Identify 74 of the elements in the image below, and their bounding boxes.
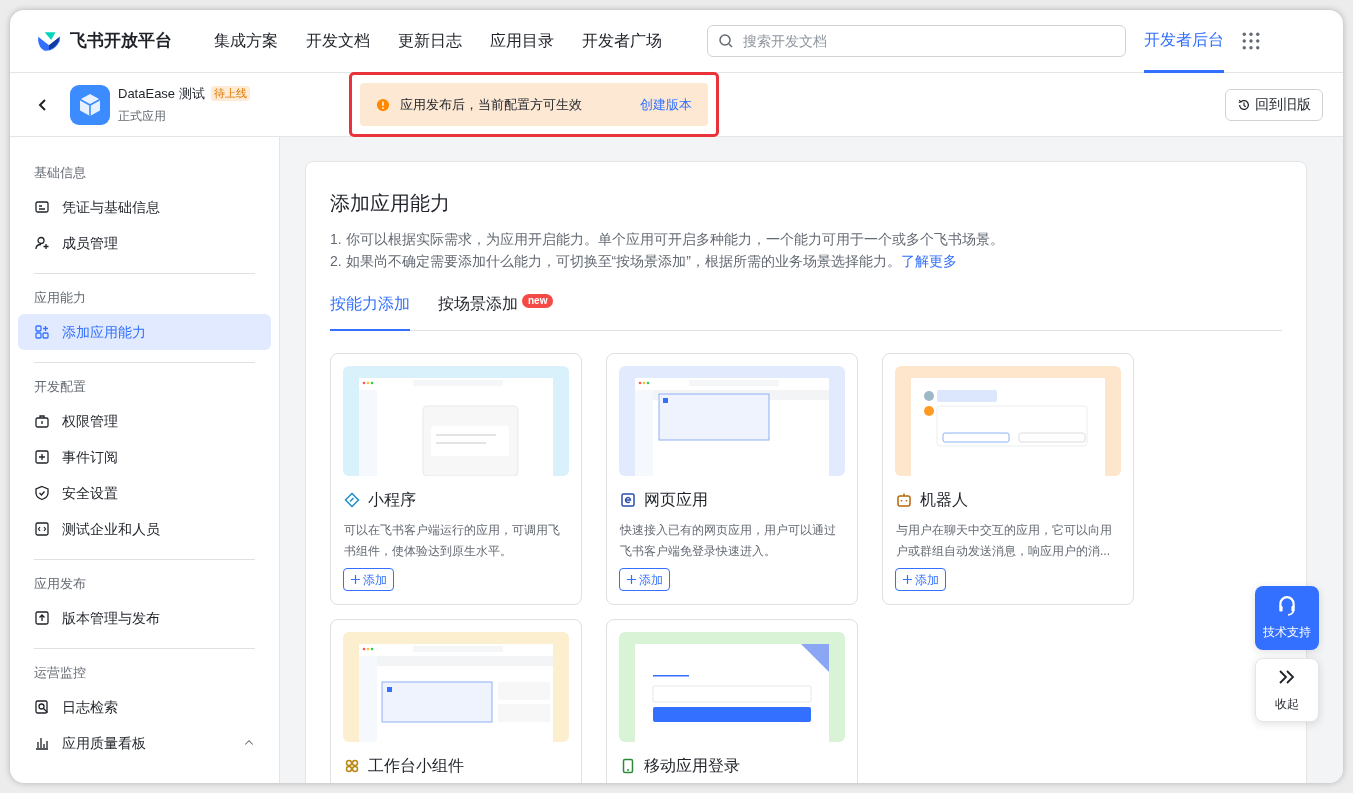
card-description: 快速接入已有的网页应用，用户可以通过飞书客户端免登录快速进入。 — [619, 522, 837, 560]
add-button[interactable]: 添加 — [895, 568, 946, 591]
nav-link[interactable]: 应用目录 — [490, 29, 554, 53]
grid-add-icon — [34, 324, 50, 340]
sidebar-item[interactable]: 日志检索 — [18, 689, 271, 725]
card-title: 工作台小组件 — [368, 756, 464, 776]
phone-icon — [620, 758, 636, 774]
code-icon — [34, 521, 50, 537]
create-version-link[interactable]: 创建版本 — [639, 94, 692, 115]
plus-icon — [902, 574, 913, 585]
note-text: 2. 如果尚不确定需要添加什么能力，可切换至“按场景添加”，根据所需的业务场景选择能力。了解更多 — [330, 252, 958, 271]
plus-square-icon — [34, 449, 50, 465]
shield-icon — [34, 485, 50, 501]
new-badge: new — [522, 294, 554, 308]
brand-name: 飞书开放平台 — [70, 30, 172, 53]
apps-grid-icon[interactable] — [1242, 32, 1260, 50]
nav-link[interactable]: 集成方案 — [214, 29, 278, 53]
section-title: 开发配置 — [33, 378, 87, 397]
panel-title: 添加应用能力 — [330, 191, 451, 216]
section-title: 基础信息 — [33, 164, 87, 183]
tab-label[interactable]: 按场景添加 — [438, 292, 518, 316]
sidebar-item[interactable]: 成员管理 — [18, 225, 271, 261]
app-icon — [70, 84, 110, 125]
status-badge: 待上线 — [210, 86, 250, 101]
nav-link[interactable]: 开发文档 — [306, 29, 370, 53]
add-button[interactable]: 添加 — [343, 568, 394, 591]
support-button[interactable]: 技术支持 — [1255, 586, 1319, 650]
card-title: 移动应用登录 — [644, 756, 740, 776]
plus-icon — [626, 574, 637, 585]
section-title: 运营监控 — [33, 664, 87, 683]
browser-e-icon — [620, 492, 636, 508]
note-text: 1. 你可以根据实际需求，为应用开启能力。单个应用可开启多种能力，一个能力可用于一个或多个飞书场景。 — [330, 230, 1005, 249]
history-icon — [1237, 97, 1251, 112]
card-title: 网页应用 — [644, 490, 708, 510]
card-description: 可以在飞书客户端运行的应用，可调用飞书组件，使体验达到原生水平。 — [343, 522, 561, 560]
sidebar-item[interactable]: 事件订阅 — [18, 439, 271, 475]
section-title: 应用能力 — [33, 289, 87, 308]
console-tab[interactable]: 开发者后台 — [1144, 10, 1224, 73]
section-title: 应用发布 — [33, 575, 87, 594]
sidebar-item[interactable]: 安全设置 — [18, 475, 271, 511]
search-field[interactable]: 搜索开发文档 — [707, 25, 1126, 57]
sidebar-item[interactable]: 凭证与基础信息 — [18, 189, 271, 225]
sidebar-item[interactable]: 权限管理 — [18, 403, 271, 439]
sidebar-item[interactable]: 添加应用能力 — [18, 314, 271, 350]
plus-icon — [350, 574, 361, 585]
sidebar-item[interactable]: 版本管理与发布 — [18, 600, 271, 636]
member-icon — [34, 235, 50, 251]
warning-icon — [375, 97, 390, 112]
logo-icon — [36, 30, 62, 52]
search-icon — [718, 33, 734, 49]
nav-link[interactable]: 开发者广场 — [582, 29, 662, 53]
old-version-button[interactable]: 回到旧版 — [1225, 88, 1323, 121]
card-description: 与用户在聊天中交互的应用，它可以向用户或群组自动发送消息，响应用户的消... — [895, 522, 1113, 560]
sidebar-item[interactable]: 应用质量看板 — [18, 725, 271, 761]
add-button[interactable]: 添加 — [619, 568, 670, 591]
upload-icon — [34, 610, 50, 626]
learn-more-link[interactable]: 了解更多 — [900, 253, 957, 269]
app-type: 正式应用 — [118, 108, 167, 126]
tab[interactable]: 按能力添加 — [330, 292, 410, 331]
robot-icon — [896, 492, 912, 508]
log-search-icon — [34, 699, 50, 715]
headset-icon — [1276, 595, 1298, 617]
card-title: 小程序 — [368, 490, 416, 510]
alert-message: 应用发布后，当前配置方可生效 — [399, 95, 582, 114]
four-circles-icon — [344, 758, 360, 774]
credential-icon — [34, 199, 50, 215]
card-title: 机器人 — [920, 490, 968, 510]
sidebar-item[interactable]: 测试企业和人员 — [18, 511, 271, 547]
briefcase-icon — [34, 413, 50, 429]
diamond-link-icon — [344, 492, 360, 508]
bar-chart-icon — [34, 735, 50, 751]
app-name: DataEase 测试 — [118, 84, 205, 103]
collapse-button[interactable]: 收起 — [1255, 658, 1319, 722]
nav-link[interactable]: 更新日志 — [398, 29, 462, 53]
